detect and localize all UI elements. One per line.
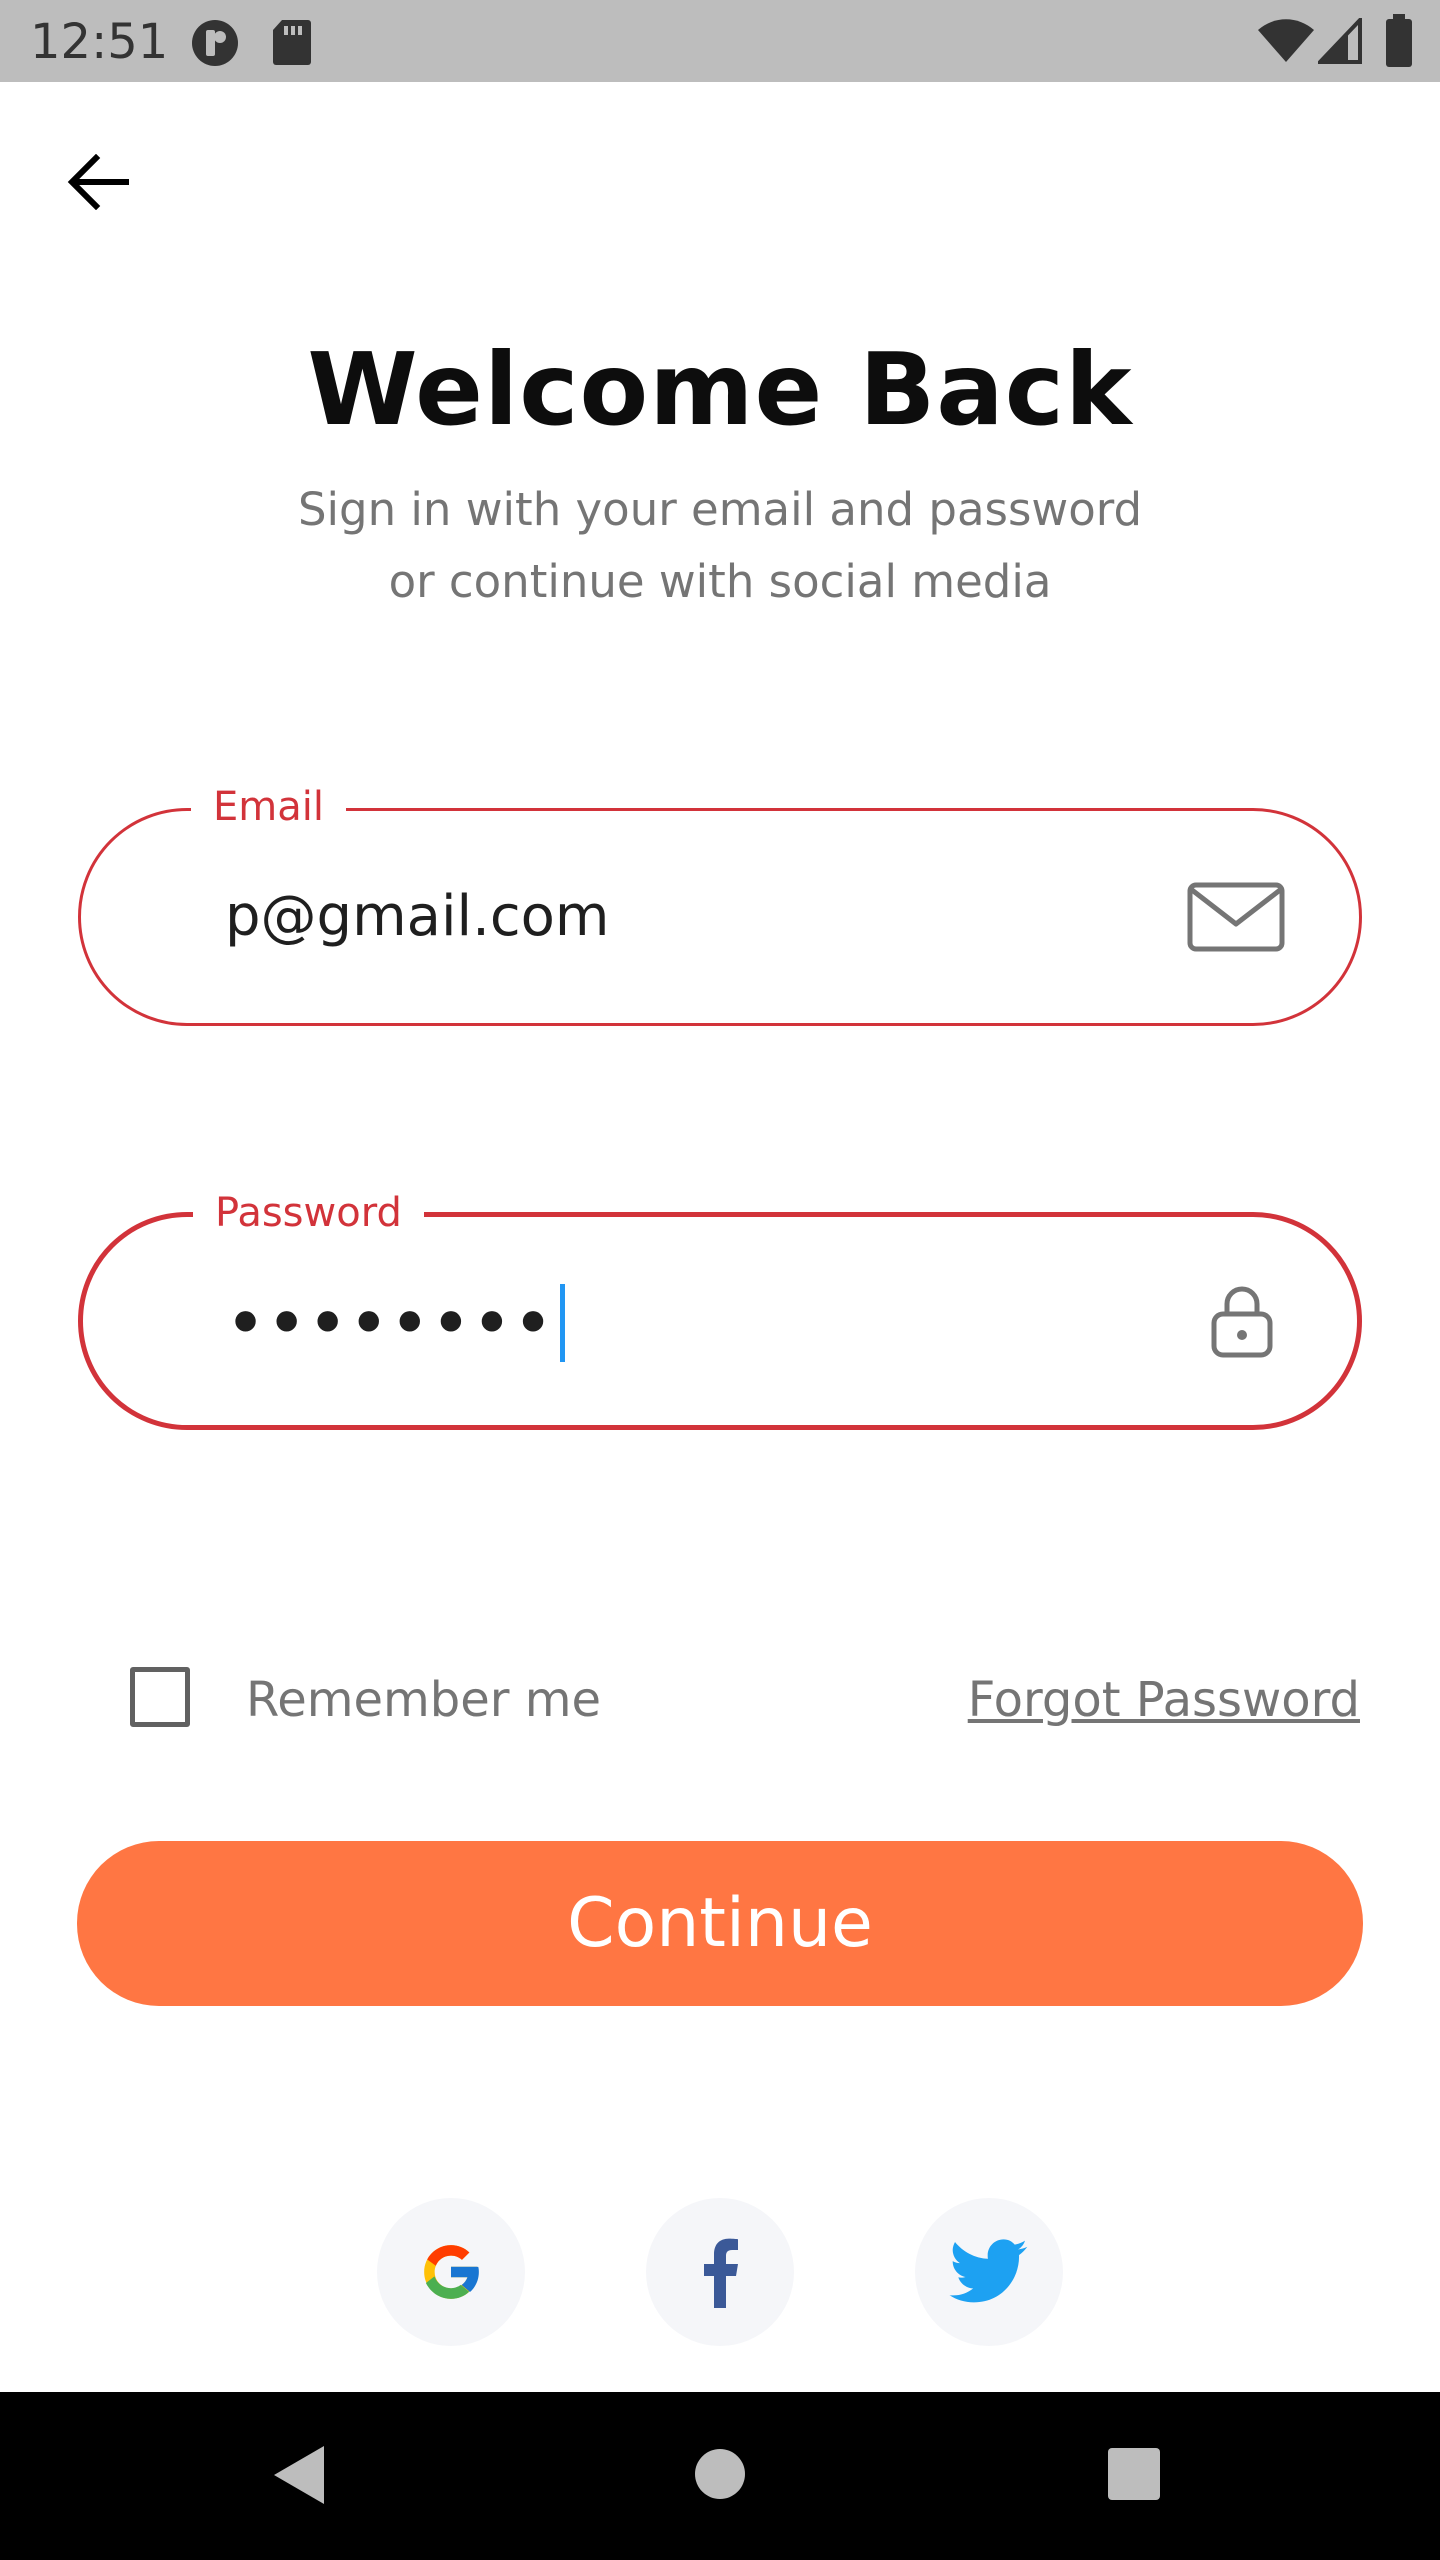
page-title: Welcome Back	[307, 331, 1133, 448]
password-field-label: Password	[193, 1185, 424, 1241]
page-subtitle: Sign in with your email and password or …	[0, 474, 1440, 618]
remember-me-label: Remember me	[246, 1672, 602, 1728]
text-caret	[559, 1284, 565, 1362]
status-bar: 12:51	[0, 0, 1440, 82]
facebook-icon	[704, 2238, 738, 2308]
sd-card-icon	[273, 20, 311, 65]
status-time: 12:51	[30, 14, 169, 70]
email-field[interactable]: Email p@gmail.com	[78, 779, 1362, 1026]
system-navigation-bar	[0, 2392, 1440, 2560]
twitter-sign-in-button[interactable]	[915, 2198, 1063, 2346]
remember-me-checkbox[interactable]	[130, 1667, 190, 1727]
google-sign-in-button[interactable]	[377, 2198, 525, 2346]
continue-button[interactable]: Continue	[77, 1841, 1363, 2006]
email-value: p@gmail.com	[225, 884, 610, 949]
password-input[interactable]: ••••••••	[227, 1283, 565, 1363]
mail-icon	[1187, 882, 1285, 952]
wifi-icon	[1258, 19, 1314, 62]
arrow-left-icon	[67, 154, 129, 210]
lock-icon	[1211, 1286, 1273, 1358]
app-notification-icon	[192, 20, 238, 66]
twitter-icon	[949, 2239, 1028, 2303]
subtitle-line-1: Sign in with your email and password	[297, 483, 1143, 536]
battery-icon	[1386, 14, 1412, 67]
signal-icon	[1318, 18, 1362, 64]
password-field[interactable]: Password ••••••••	[78, 1185, 1362, 1430]
google-icon	[424, 2245, 480, 2299]
email-field-label: Email	[191, 779, 346, 835]
facebook-sign-in-button[interactable]	[646, 2198, 794, 2346]
email-input[interactable]: p@gmail.com	[225, 877, 609, 957]
back-triangle-icon[interactable]	[272, 2444, 326, 2506]
home-circle-icon[interactable]	[694, 2448, 746, 2500]
login-screen: 12:51 Welcome Back Sign in with your ema…	[0, 0, 1440, 2560]
back-button[interactable]	[50, 140, 146, 224]
password-value: ••••••••	[227, 1289, 556, 1357]
subtitle-line-2: or continue with social media	[388, 555, 1052, 608]
forgot-password-link[interactable]: Forgot Password	[968, 1664, 1360, 1736]
recents-square-icon[interactable]	[1108, 2448, 1160, 2500]
